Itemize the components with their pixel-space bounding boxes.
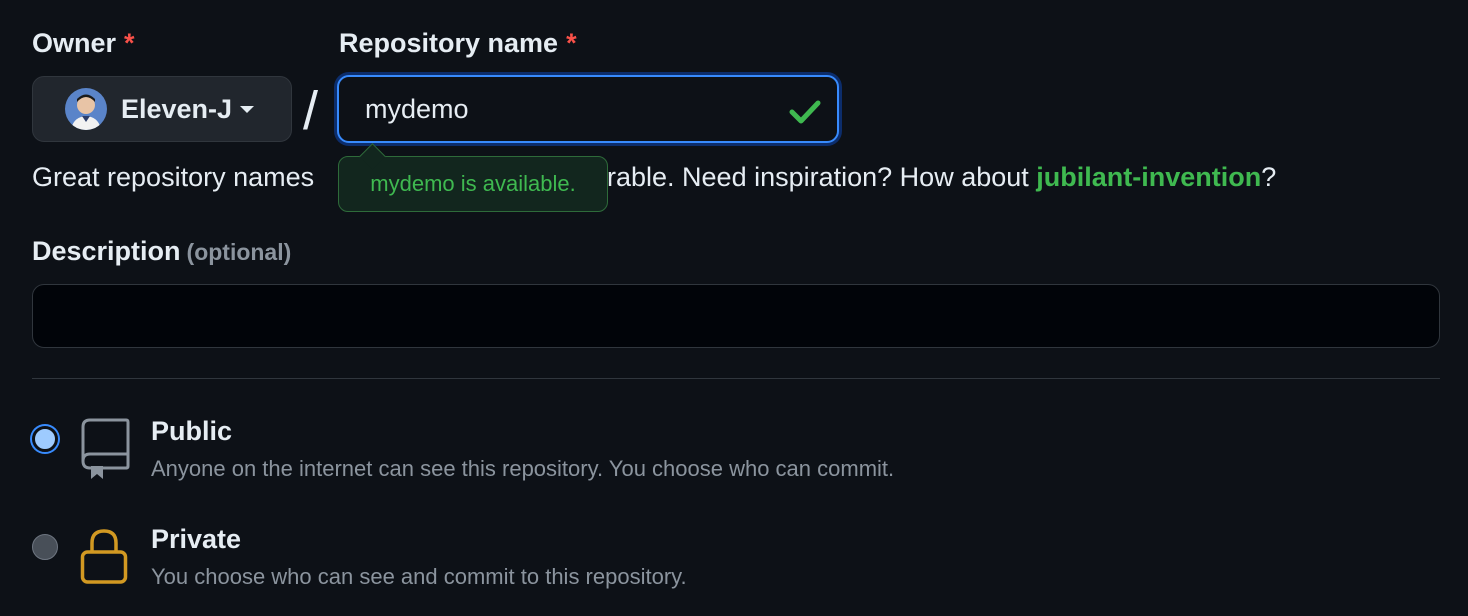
private-option-title: Private [151,524,242,554]
repository-name-field [337,75,839,143]
optional-label: (optional) [186,239,292,265]
hint-text-end-label: rable. Need inspiration? How about [607,162,1029,192]
availability-tooltip: mydemo is available. [338,143,608,212]
chevron-down-icon [240,105,255,113]
repository-name-required-mark: * [566,28,577,58]
public-radio[interactable] [32,426,58,452]
owner-dropdown[interactable]: Eleven-J [32,76,292,142]
public-option-description: Anyone on the internet can see this repo… [151,456,895,481]
repo-icon [81,418,130,479]
divider [32,378,1440,379]
repository-name-label: Repository name * [339,28,577,59]
private-radio[interactable] [32,534,58,560]
description-input[interactable] [32,284,1440,348]
hint-text-start: Great repository names [32,162,315,192]
owner-required-mark: * [124,28,135,58]
hint-trailing: ? [1261,162,1277,192]
repository-name-input[interactable] [339,77,837,141]
avatar [65,88,107,130]
private-option-description: You choose who can see and commit to thi… [151,564,687,589]
lock-icon [80,529,128,584]
availability-message: mydemo is available. [370,171,576,196]
repository-name-label-text: Repository name [339,28,559,58]
owner-repo-separator: / [303,81,319,141]
tooltip-arrow [359,143,386,170]
description-label: Description (optional) [32,236,291,267]
owner-label-text: Owner [32,28,117,58]
hint-text-end: rable. Need inspiration? How about jubil… [607,162,1276,193]
suggested-name-link[interactable]: jubilant-invention [1036,162,1261,192]
owner-label: Owner * [32,28,135,59]
owner-name: Eleven-J [121,93,233,124]
public-option-title: Public [151,416,233,446]
create-repo-form: Owner* Repository name* Eleven-J / Great… [0,0,1468,616]
check-icon [789,100,821,124]
description-label-text: Description [32,236,181,266]
